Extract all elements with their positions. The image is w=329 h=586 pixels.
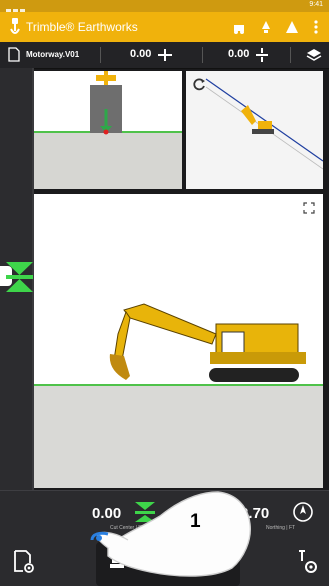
design-name[interactable]: Motorway.V01	[26, 50, 79, 59]
app-bar: Trimble® Earthworks	[0, 12, 329, 42]
plan-view[interactable]	[186, 71, 323, 189]
plan-graphic	[186, 71, 323, 189]
machine-icon	[110, 553, 124, 568]
location-pin-icon	[144, 552, 158, 570]
design-toolbar: Motorway.V01 0.00 0.00	[0, 42, 329, 69]
map-icon	[210, 551, 228, 571]
plan-icon	[176, 553, 194, 568]
status-icons	[6, 2, 30, 15]
main-machine-view[interactable]	[34, 194, 323, 488]
excavator-graphic	[109, 303, 306, 382]
map-layers-button[interactable]	[202, 542, 236, 580]
app-title: Trimble® Earthworks	[26, 20, 138, 34]
machine-view-button[interactable]	[100, 542, 134, 580]
compass-icon[interactable]	[292, 501, 314, 523]
profile-view[interactable]	[34, 71, 182, 189]
bottom-status-bar: 0.00 Cut Center | FT 2279872.70 Northing…	[0, 490, 329, 586]
cross-slope-value: 0.00	[130, 48, 152, 60]
trimble-logo-icon	[10, 18, 20, 34]
more-menu-icon[interactable]	[308, 19, 324, 35]
elevation-value: 0.00	[228, 48, 250, 60]
map-view-button[interactable]	[134, 542, 168, 580]
on-grade-indicator-icon	[6, 262, 33, 292]
machine-settings-icon[interactable]	[296, 549, 320, 575]
status-time: 9:41	[309, 1, 323, 8]
divider	[290, 47, 291, 63]
cut-fill-indicator-icon	[135, 502, 155, 522]
callout-number: 1	[190, 511, 201, 532]
plan-view-button[interactable]	[168, 542, 202, 580]
view-mode-group	[96, 542, 240, 586]
rotate-view-icon[interactable]	[192, 77, 206, 91]
layers-icon[interactable]	[306, 47, 322, 63]
divider	[202, 47, 203, 63]
machine-icon[interactable]	[231, 19, 247, 35]
status-bar: 9:41	[0, 0, 329, 15]
display-settings-icon[interactable]	[12, 549, 36, 575]
design-file-icon[interactable]	[8, 47, 20, 62]
elevation-icon[interactable]	[254, 47, 270, 63]
cut-label: Cut Center | FT	[110, 525, 145, 531]
bucket-profile-graphic	[90, 71, 122, 135]
northing-label: Northing | FT	[266, 525, 296, 531]
divider	[100, 47, 101, 63]
notification-icon[interactable]	[258, 19, 274, 35]
warning-icon[interactable]	[284, 19, 300, 35]
northing-value: 2279872.70	[190, 505, 270, 522]
cut-value: 0.00	[92, 505, 122, 522]
cross-slope-icon[interactable]	[157, 47, 173, 63]
